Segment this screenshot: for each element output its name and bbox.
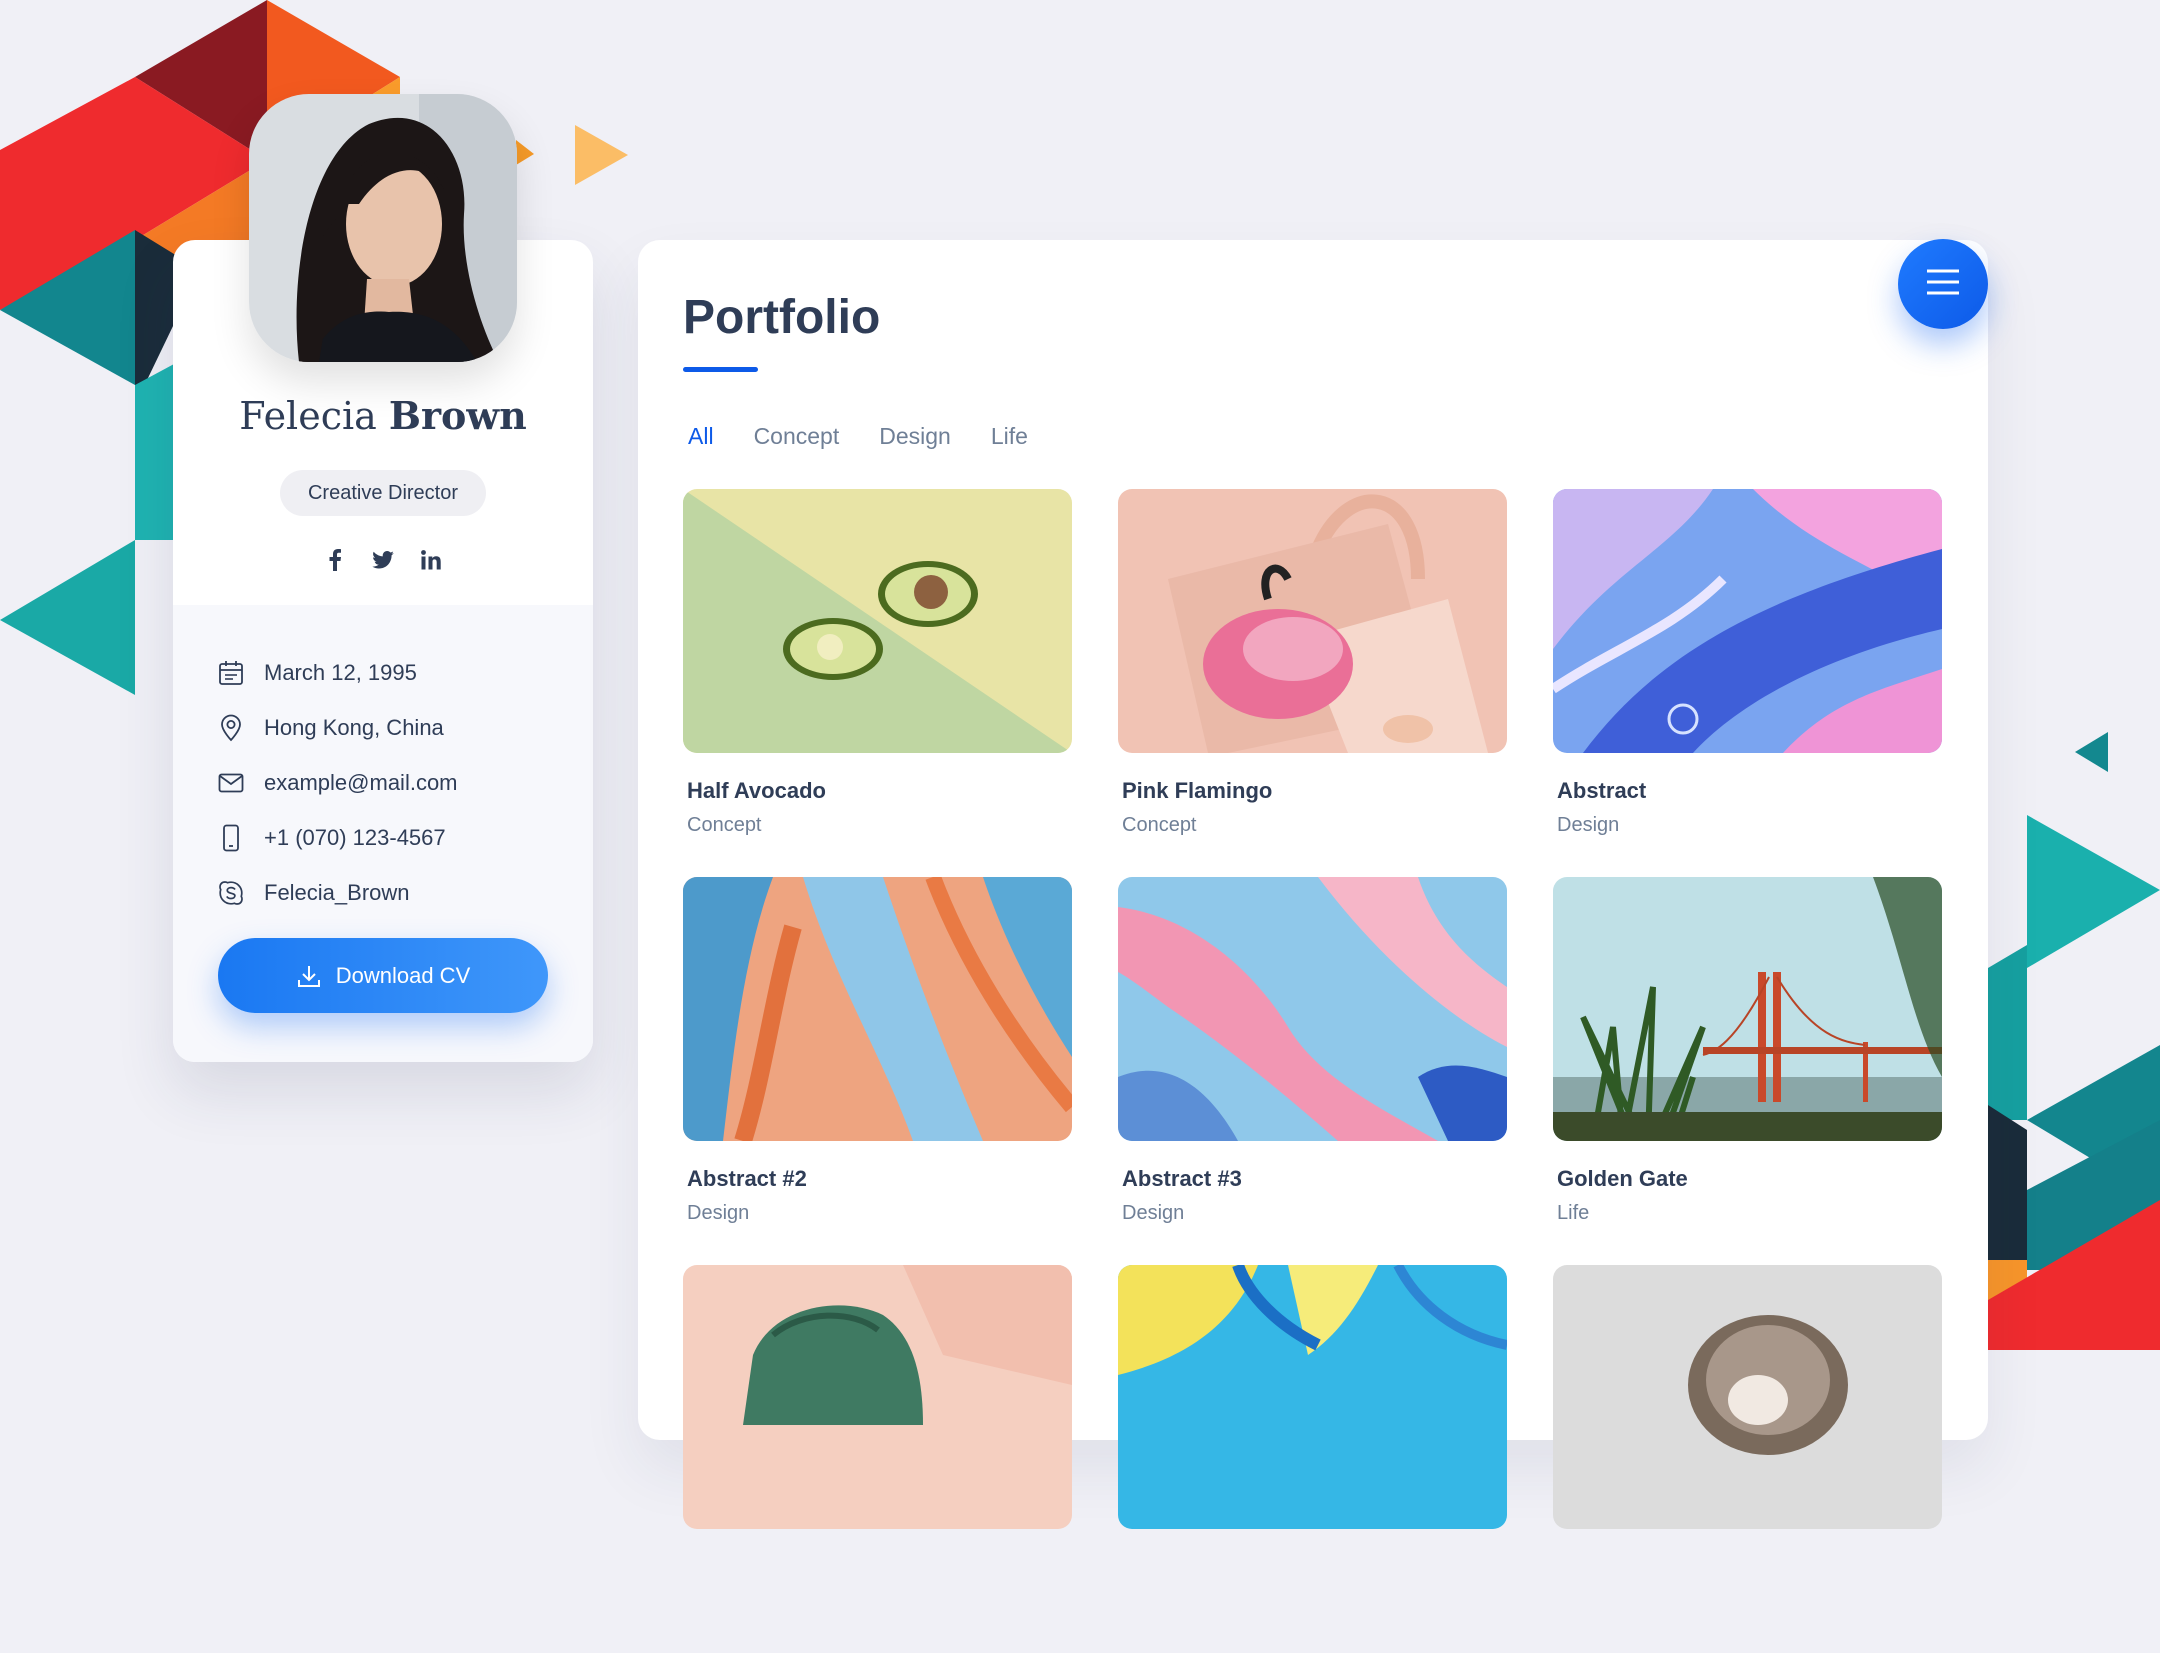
item-category: Concept <box>687 814 762 836</box>
last-name: Brown <box>388 393 527 438</box>
golden-gate-image[interactable] <box>1553 877 1942 1141</box>
portfolio-item-abstract[interactable]: Abstract Design <box>1553 489 1942 877</box>
email-text[interactable]: example@mail.com <box>264 770 458 796</box>
item-title: Abstract #2 <box>687 1166 807 1191</box>
shoe-image[interactable] <box>683 1265 1072 1529</box>
twitter-icon[interactable] <box>371 548 395 572</box>
title-underline <box>683 367 758 372</box>
portfolio-item-half-avocado[interactable]: Half Avocado Concept <box>683 489 1072 877</box>
pink-flamingo-image[interactable] <box>1118 489 1507 753</box>
skype-icon <box>216 878 246 908</box>
portfolio-item-golden-gate[interactable]: Golden Gate Life <box>1553 877 1942 1265</box>
profile-card: Felecia Brown Creative Director March 12… <box>173 94 593 1062</box>
avatar <box>249 94 517 362</box>
yellow-blue-abstract-image[interactable] <box>1118 1265 1507 1529</box>
portfolio-item-8[interactable] <box>1118 1265 1507 1653</box>
download-cv-button[interactable]: Download CV <box>218 938 548 1013</box>
abstract-image[interactable] <box>1553 489 1942 753</box>
item-category: Concept <box>1122 814 1197 836</box>
portfolio-item-abstract-3[interactable]: Abstract #3 Design <box>1118 877 1507 1265</box>
half-avocado-image[interactable] <box>683 489 1072 753</box>
contact-info-list: March 12, 1995 Hong Kong, China example@… <box>216 645 573 920</box>
phone-row: +1 (070) 123-4567 <box>216 810 573 865</box>
tab-concept[interactable]: Concept <box>754 423 840 450</box>
item-title: Abstract #3 <box>1122 1166 1242 1191</box>
menu-button[interactable] <box>1898 239 1988 329</box>
item-title: Abstract <box>1557 778 1647 803</box>
portfolio-item-abstract-2[interactable]: Abstract #2 Design <box>683 877 1072 1265</box>
location-text: Hong Kong, China <box>264 714 444 740</box>
first-name: Felecia <box>239 394 377 438</box>
location-row: Hong Kong, China <box>216 700 573 755</box>
social-links <box>173 548 593 572</box>
item-category: Design <box>1122 1202 1185 1224</box>
location-pin-icon <box>216 713 246 743</box>
tab-life[interactable]: Life <box>991 423 1028 450</box>
item-title: Pink Flamingo <box>1122 778 1273 803</box>
birthday-text: March 12, 1995 <box>264 659 417 685</box>
item-title: Golden Gate <box>1557 1166 1688 1191</box>
portfolio-grid: Half Avocado Concept Pink Flamingo Conce… <box>683 489 1942 1653</box>
hedgehog-image[interactable] <box>1553 1265 1942 1529</box>
filter-tabs: All Concept Design Life <box>688 423 1068 450</box>
download-cv-label: Download CV <box>335 962 471 988</box>
calendar-icon <box>216 658 246 688</box>
skype-row: Felecia_Brown <box>216 865 573 920</box>
email-row: example@mail.com <box>216 755 573 810</box>
portfolio-panel: Portfolio All Concept Design Life Half A… <box>638 239 1988 1529</box>
tab-all[interactable]: All <box>688 423 714 450</box>
download-icon <box>296 963 322 989</box>
portfolio-item-9[interactable] <box>1553 1265 1942 1653</box>
mail-icon <box>216 768 246 798</box>
facebook-icon[interactable] <box>323 548 347 572</box>
item-category: Design <box>687 1202 750 1224</box>
role-badge: Creative Director <box>280 470 486 516</box>
hamburger-menu-icon <box>1925 268 1961 301</box>
abstract-3-image[interactable] <box>1118 877 1507 1141</box>
abstract-2-image[interactable] <box>683 877 1072 1141</box>
tab-design[interactable]: Design <box>879 423 951 450</box>
page-title: Portfolio <box>683 291 881 344</box>
phone-text[interactable]: +1 (070) 123-4567 <box>264 825 446 851</box>
portfolio-item-pink-flamingo[interactable]: Pink Flamingo Concept <box>1118 489 1507 877</box>
item-title: Half Avocado <box>687 778 826 803</box>
skype-text[interactable]: Felecia_Brown <box>264 880 410 906</box>
linkedin-icon[interactable] <box>419 548 443 572</box>
portfolio-item-7[interactable] <box>683 1265 1072 1653</box>
item-category: Life <box>1557 1202 1590 1224</box>
item-category: Design <box>1557 814 1620 836</box>
phone-icon <box>216 823 246 853</box>
birthday-row: March 12, 1995 <box>216 645 573 700</box>
profile-name: Felecia Brown <box>173 393 593 438</box>
